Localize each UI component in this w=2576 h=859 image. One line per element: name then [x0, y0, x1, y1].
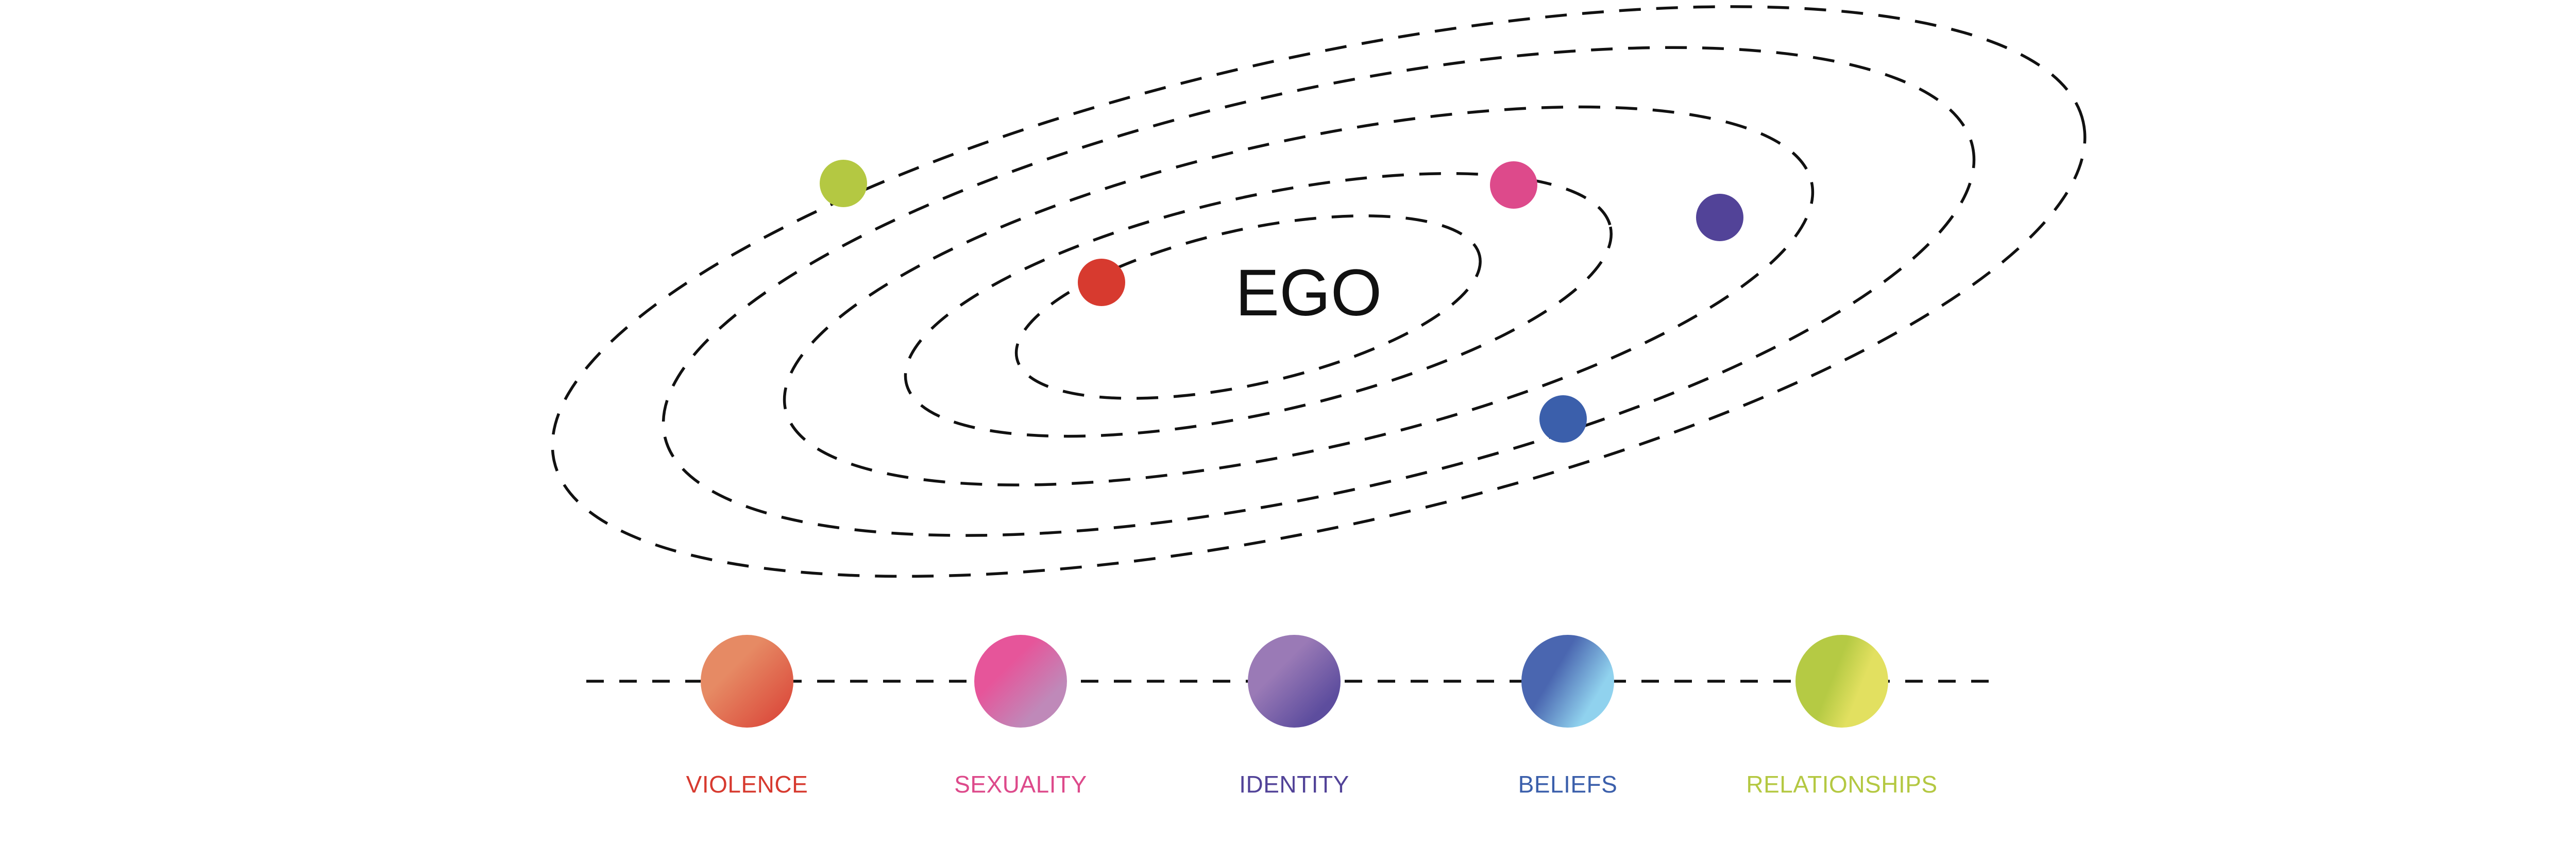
legend-item-beliefs: BELIEFS: [1518, 635, 1618, 798]
orbits: [551, 5, 2087, 578]
legend-dot-beliefs: [1521, 635, 1614, 728]
planet-beliefs: [1539, 395, 1587, 443]
legend-label-violence: VIOLENCE: [686, 771, 808, 798]
planet-identity: [1696, 194, 1743, 241]
legend-item-relationships: RELATIONSHIPS: [1746, 635, 1937, 798]
planet-sexuality: [1490, 161, 1537, 209]
legend-dot-relationships: [1795, 635, 1888, 728]
legend-item-identity: IDENTITY: [1239, 635, 1349, 798]
legend-label-beliefs: BELIEFS: [1518, 771, 1618, 798]
center-label: EGO: [1235, 256, 1382, 330]
legend-dot-sexuality: [974, 635, 1067, 728]
legend-dot-violence: [701, 635, 793, 728]
ego-orbit-diagram: EGO VIOLENCE SEXUALITY IDENTITY BELIEFS …: [551, 5, 2087, 798]
legend-item-violence: VIOLENCE: [686, 635, 808, 798]
legend-label-identity: IDENTITY: [1239, 771, 1349, 798]
legend-item-sexuality: SEXUALITY: [954, 635, 1087, 798]
planet-violence: [1078, 259, 1125, 306]
legend: VIOLENCE SEXUALITY IDENTITY BELIEFS RELA…: [686, 635, 1937, 798]
legend-label-relationships: RELATIONSHIPS: [1746, 771, 1937, 798]
legend-label-sexuality: SEXUALITY: [954, 771, 1087, 798]
planet-relationships: [820, 160, 867, 207]
legend-dot-identity: [1248, 635, 1341, 728]
orbit-5: [551, 5, 2087, 578]
